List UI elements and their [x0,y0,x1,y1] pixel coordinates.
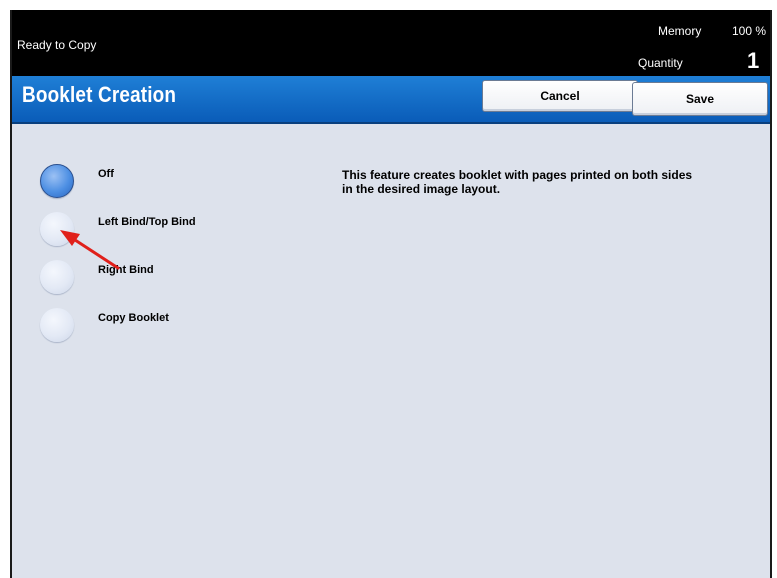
quantity-value[interactable]: 1 [747,48,759,74]
cancel-button[interactable]: Cancel [482,80,638,112]
memory-label: Memory [658,24,702,38]
option-label: Left Bind/Top Bind [98,216,196,228]
radio-off[interactable] [40,164,74,198]
option-label: Off [98,168,114,180]
status-bar: Ready to Copy Memory 100 % Quantity 1 [12,10,770,76]
app-window: Ready to Copy Memory 100 % Quantity 1 Bo… [10,10,772,578]
memory-value: 100 % [732,24,767,38]
option-off[interactable]: Off [40,164,240,200]
save-button[interactable]: Save [632,82,768,116]
quantity-label: Quantity [638,56,683,70]
radio-copy-booklet[interactable] [40,308,74,342]
title-bar: Booklet Creation Cancel Save [12,76,770,124]
option-right-bind[interactable]: Right Bind [40,260,240,296]
option-left-bind-top-bind[interactable]: Left Bind/Top Bind [40,212,240,248]
radio-right-bind[interactable] [40,260,74,294]
radio-left-bind-top-bind[interactable] [40,212,74,246]
machine-status: Ready to Copy [17,38,97,52]
feature-description: This feature creates booklet with pages … [342,168,693,196]
option-copy-booklet[interactable]: Copy Booklet [40,308,240,344]
option-label: Copy Booklet [98,312,169,324]
page-title: Booklet Creation [22,82,177,107]
option-label: Right Bind [98,264,154,276]
